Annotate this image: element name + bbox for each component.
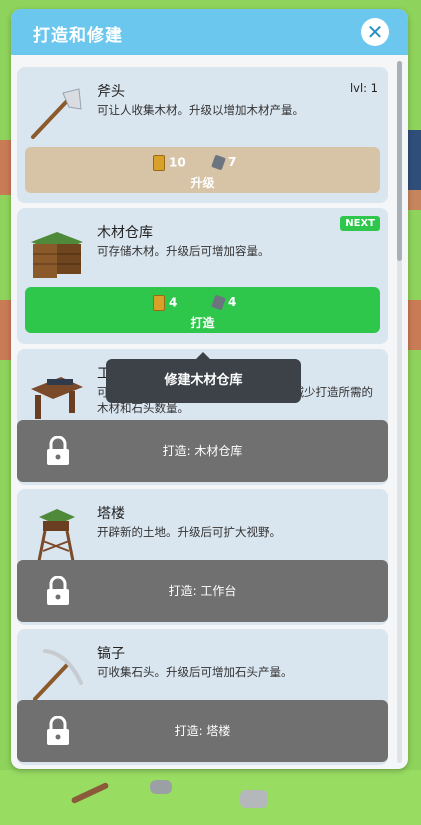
locked-overlay: 打造: 塔楼 (17, 700, 388, 762)
item-name: 斧头 (97, 84, 125, 100)
stone-cost-value: 7 (228, 155, 237, 169)
item-description: 可存储木材。升级后可增加容量。 (97, 244, 270, 258)
item-name: 镐子 (97, 646, 125, 662)
locked-overlay: 打造: 工作台 (17, 560, 388, 622)
grass (0, 770, 421, 825)
item-card-pickaxe: 镐子 可收集石头。升级后可增加石头产量。 打造: 塔楼 (17, 629, 388, 765)
locked-requirement: 打造: 塔楼 (174, 724, 231, 738)
tower-icon (37, 509, 75, 562)
close-icon: ✕ (366, 20, 384, 44)
build-label: 打造 (190, 316, 215, 330)
stone-cost: 4 (211, 294, 237, 311)
item-description: 可收集石头。升级后可增加石头产量。 (97, 665, 293, 679)
wood-icon (153, 155, 165, 171)
workbench-icon (31, 377, 83, 419)
wood-cost: 4 (153, 295, 177, 311)
upgrade-label: 升级 (190, 176, 215, 190)
item-list[interactable]: 斧头 lvl: 1 可让人收集木材。升级以增加木材产量。 10 7 升级 木材仓… (17, 67, 392, 767)
scrollbar[interactable] (397, 61, 402, 763)
item-name: 木材仓库 (97, 225, 153, 241)
item-card-wood-storage: 木材仓库 NEXT 可存储木材。升级后可增加容量。 4 4 打造 (17, 208, 388, 344)
close-button[interactable]: ✕ (361, 18, 389, 46)
dialog-header: 打造和修建 ✕ (11, 9, 408, 55)
rock (150, 780, 172, 794)
wood-cost-value: 4 (169, 295, 178, 310)
stone-icon (211, 294, 226, 311)
rock (240, 790, 268, 808)
item-card-tower: 塔楼 开辟新的土地。升级后可扩大视野。 打造: 工作台 (17, 489, 388, 625)
upgrade-button[interactable]: 10 7 升级 (25, 147, 380, 193)
item-name: 塔楼 (97, 506, 125, 522)
build-button[interactable]: 4 4 打造 (25, 287, 380, 333)
item-level: lvl: 1 (349, 81, 378, 95)
locked-requirement: 打造: 工作台 (168, 584, 237, 598)
stone-icon (211, 154, 226, 171)
locked-requirement: 打造: 木材仓库 (162, 444, 243, 458)
locked-overlay: 打造: 木材仓库 (17, 420, 388, 482)
pickaxe-icon (33, 649, 83, 701)
wood-cost: 10 (153, 155, 186, 171)
item-card-axe: 斧头 lvl: 1 可让人收集木材。升级以增加木材产量。 10 7 升级 (17, 67, 388, 203)
stone-cost: 7 (211, 154, 237, 171)
next-badge: NEXT (340, 216, 380, 231)
stone-cost-value: 4 (228, 295, 237, 309)
item-description: 开辟新的土地。升级后可扩大视野。 (97, 525, 281, 539)
axe-icon (31, 88, 82, 139)
item-description: 可让人收集木材。升级以增加木材产量。 (97, 103, 304, 117)
wood-icon (153, 295, 165, 311)
wood-cost-value: 10 (169, 155, 186, 170)
tooltip: 修建木材仓库 (106, 352, 301, 403)
wood-storage-icon (31, 232, 83, 278)
scrollbar-thumb[interactable] (397, 61, 402, 261)
dialog-title: 打造和修建 (33, 26, 123, 46)
